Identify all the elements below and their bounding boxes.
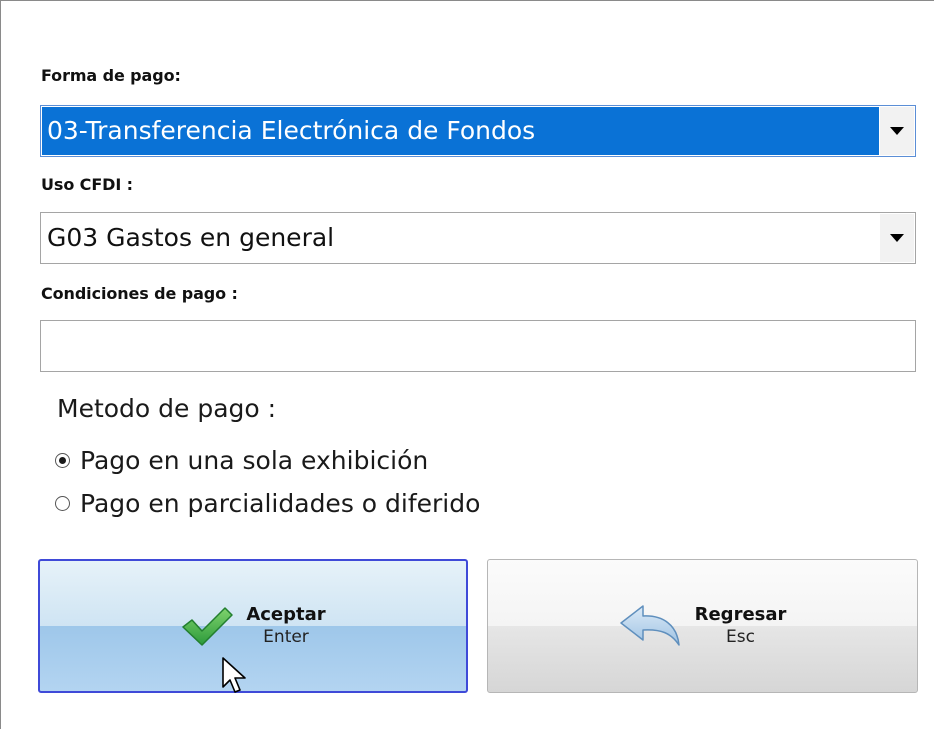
chevron-down-icon — [890, 126, 904, 135]
chevron-down-icon — [890, 233, 904, 242]
payment-form-select[interactable]: 03-Transferencia Electrónica de Fondos — [40, 105, 916, 157]
cfdi-use-value: G03 Gastos en general — [47, 223, 335, 252]
payment-conditions-input[interactable] — [40, 320, 916, 372]
radio-single-payment[interactable]: Pago en una sola exhibición — [55, 446, 428, 475]
back-button[interactable]: Regresar Esc — [487, 559, 918, 693]
radio-button-checked[interactable] — [55, 453, 70, 468]
back-button-label: Regresar — [694, 604, 787, 626]
payment-form-value: 03-Transferencia Electrónica de Fondos — [42, 107, 879, 155]
back-button-shortcut: Esc — [726, 626, 755, 647]
accept-button-label: Aceptar — [246, 604, 326, 626]
cfdi-use-label: Uso CFDI : — [41, 175, 133, 194]
payment-form-dropdown-button[interactable] — [880, 107, 914, 155]
radio-partial-payment-label: Pago en parcialidades o diferido — [80, 489, 481, 518]
accept-button[interactable]: Aceptar Enter — [38, 559, 468, 693]
radio-single-payment-label: Pago en una sola exhibición — [80, 446, 429, 475]
radio-button-unchecked[interactable] — [55, 496, 70, 511]
payment-form-label: Forma de pago: — [41, 66, 181, 85]
radio-partial-payment[interactable]: Pago en parcialidades o diferido — [55, 489, 480, 518]
cfdi-use-dropdown-button[interactable] — [880, 214, 914, 262]
cfdi-use-select[interactable]: G03 Gastos en general — [40, 212, 916, 264]
accept-button-shortcut: Enter — [263, 626, 309, 647]
payment-method-title: Metodo de pago : — [57, 394, 277, 423]
payment-conditions-label: Condiciones de pago : — [41, 284, 238, 303]
back-arrow-icon — [619, 603, 683, 649]
checkmark-icon — [180, 604, 234, 648]
